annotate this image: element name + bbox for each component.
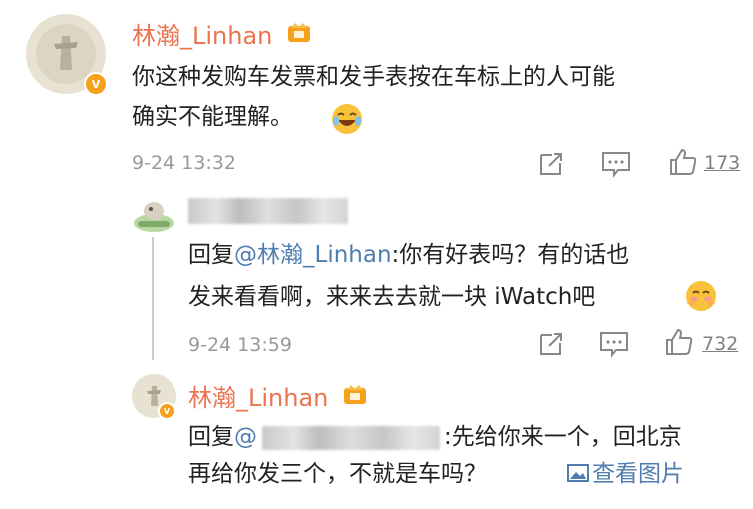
like-icon[interactable] bbox=[664, 327, 694, 357]
comment-username[interactable]: 林瀚_Linhan bbox=[132, 16, 272, 51]
blurred-username bbox=[188, 198, 348, 224]
verified-badge: V bbox=[158, 402, 176, 420]
reply2-username[interactable]: 林瀚_Linhan bbox=[188, 378, 328, 413]
reply1-time: 9-24 13:59 bbox=[188, 334, 292, 356]
like-count[interactable]: 173 bbox=[704, 152, 740, 174]
reply1-text-rest: :你有好表吗？有的话也 bbox=[391, 242, 630, 268]
thread-line bbox=[152, 232, 154, 360]
reply1-text-line1: 回复@林瀚_Linhan:你有好表吗？有的话也 bbox=[188, 236, 629, 274]
reply1-mention[interactable]: @林瀚_Linhan bbox=[234, 242, 392, 268]
blush-emoji-icon bbox=[684, 279, 718, 313]
weibo-comment-screen: { "main_comment": { "user": "林瀚_Linhan",… bbox=[0, 0, 753, 509]
reply2-text-line2: 再给你发三个，不就是车吗？ bbox=[188, 461, 487, 487]
like-count[interactable]: 732 bbox=[702, 333, 738, 355]
image-icon[interactable] bbox=[566, 462, 590, 484]
reply1-reply-word: 回复 bbox=[188, 242, 234, 268]
comment-icon[interactable] bbox=[598, 329, 630, 359]
vip-crown-icon bbox=[342, 382, 368, 406]
reply2-mention-prefix[interactable]: @ bbox=[234, 424, 257, 450]
comment-text-line1: 你这种发购车发票和发手表按在车标上的人可能 bbox=[132, 64, 615, 90]
comment-icon[interactable] bbox=[600, 149, 632, 179]
forward-icon[interactable] bbox=[536, 329, 566, 359]
like-icon[interactable] bbox=[668, 147, 698, 177]
laugh-emoji-icon bbox=[330, 102, 364, 136]
reply2-text-line1: 回复@ bbox=[188, 418, 257, 456]
blurred-mention bbox=[262, 426, 440, 450]
reply2-reply-word: 回复 bbox=[188, 424, 234, 450]
verified-badge: V bbox=[84, 72, 108, 96]
avatar-replier[interactable] bbox=[132, 193, 176, 237]
vip-crown-icon bbox=[286, 20, 312, 44]
reply2-text-rest: :先给你来一个，回北京 bbox=[444, 424, 682, 450]
comment-time: 9-24 13:32 bbox=[132, 152, 236, 174]
forward-icon[interactable] bbox=[536, 149, 566, 179]
view-image-link[interactable]: 查看图片 bbox=[592, 455, 684, 493]
comment-text-line2: 确实不能理解。 bbox=[132, 104, 293, 130]
reply1-text-line2: 发来看看啊，来来去去就一块 iWatch吧 bbox=[188, 284, 596, 310]
